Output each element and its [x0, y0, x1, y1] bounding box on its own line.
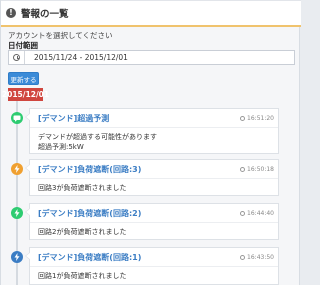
timeline-item-body: 回路3が負荷遮断されました [38, 184, 127, 192]
message-icon [11, 112, 23, 124]
timeline-item: [デマンド]負荷遮断(回路:2) 16:44:40 回路2が負荷遮断されました [25, 203, 279, 240]
clock-icon [240, 167, 246, 172]
clock-icon [240, 211, 246, 216]
timeline-item-title[interactable]: [デマンド]負荷遮断(回路:2) [38, 208, 141, 219]
timeline-item-time: 16:44:40 [240, 210, 274, 217]
lightning-icon [11, 207, 23, 219]
clock-icon [240, 255, 246, 260]
page-title: 警報の一覧 [21, 9, 69, 20]
timeline-item-time: 16:50:18 [240, 166, 274, 173]
timeline-item-time: 16:43:50 [240, 254, 274, 261]
timeline-item-body: 回路2が負荷遮断されました [38, 228, 127, 236]
date-range-input[interactable]: 2015/11/24 - 2015/12/01 [8, 50, 295, 65]
timeline-date-badge: 2015/12/01 [1, 88, 50, 101]
panel-header: ! 警報の一覧 [1, 0, 301, 27]
timeline-item-header: [デマンド]負荷遮断(回路:3) 16:50:18 [30, 160, 278, 179]
timeline-item-title[interactable]: [デマンド]超過予測 [38, 113, 109, 124]
timeline-item-header: [デマンド]負荷遮断(回路:1) 16:43:50 [30, 248, 278, 267]
timeline-item: [デマンド]負荷遮断(回路:3) 16:50:18 回路3が負荷遮断されました [25, 159, 279, 196]
timeline-item-body: デマンドが超過する可能性があります 超過予測:5kW [38, 133, 157, 151]
timeline-item-body: 回路1が負荷遮断されました [38, 272, 127, 280]
date-range-value: 2015/11/24 - 2015/12/01 [34, 53, 128, 62]
lightning-icon [11, 163, 23, 175]
timeline-item-title[interactable]: [デマンド]負荷遮断(回路:3) [38, 164, 141, 175]
timeline-item: [デマンド]負荷遮断(回路:1) 16:43:50 回路1が負荷遮断されました [25, 247, 279, 285]
lightning-icon [11, 251, 23, 263]
timeline-item: [デマンド]超過予測 16:51:20 デマンドが超過する可能性があります 超過… [25, 108, 279, 154]
update-button[interactable]: 更新する [8, 72, 39, 85]
date-range-addon [9, 51, 25, 64]
timeline-item-header: [デマンド]超過予測 16:51:20 [30, 109, 278, 128]
timeline-item-header: [デマンド]負荷遮断(回路:2) 16:44:40 [30, 204, 278, 223]
exclamation-circle-icon: ! [6, 8, 16, 18]
timeline-item-time: 16:51:20 [240, 115, 274, 122]
clock-icon [13, 54, 20, 61]
alarm-panel: ! 警報の一覧 アカウントを選択してください 日付範囲 2015/11/24 -… [0, 0, 301, 285]
timeline-item-title[interactable]: [デマンド]負荷遮断(回路:1) [38, 252, 141, 263]
clock-icon [240, 116, 246, 121]
